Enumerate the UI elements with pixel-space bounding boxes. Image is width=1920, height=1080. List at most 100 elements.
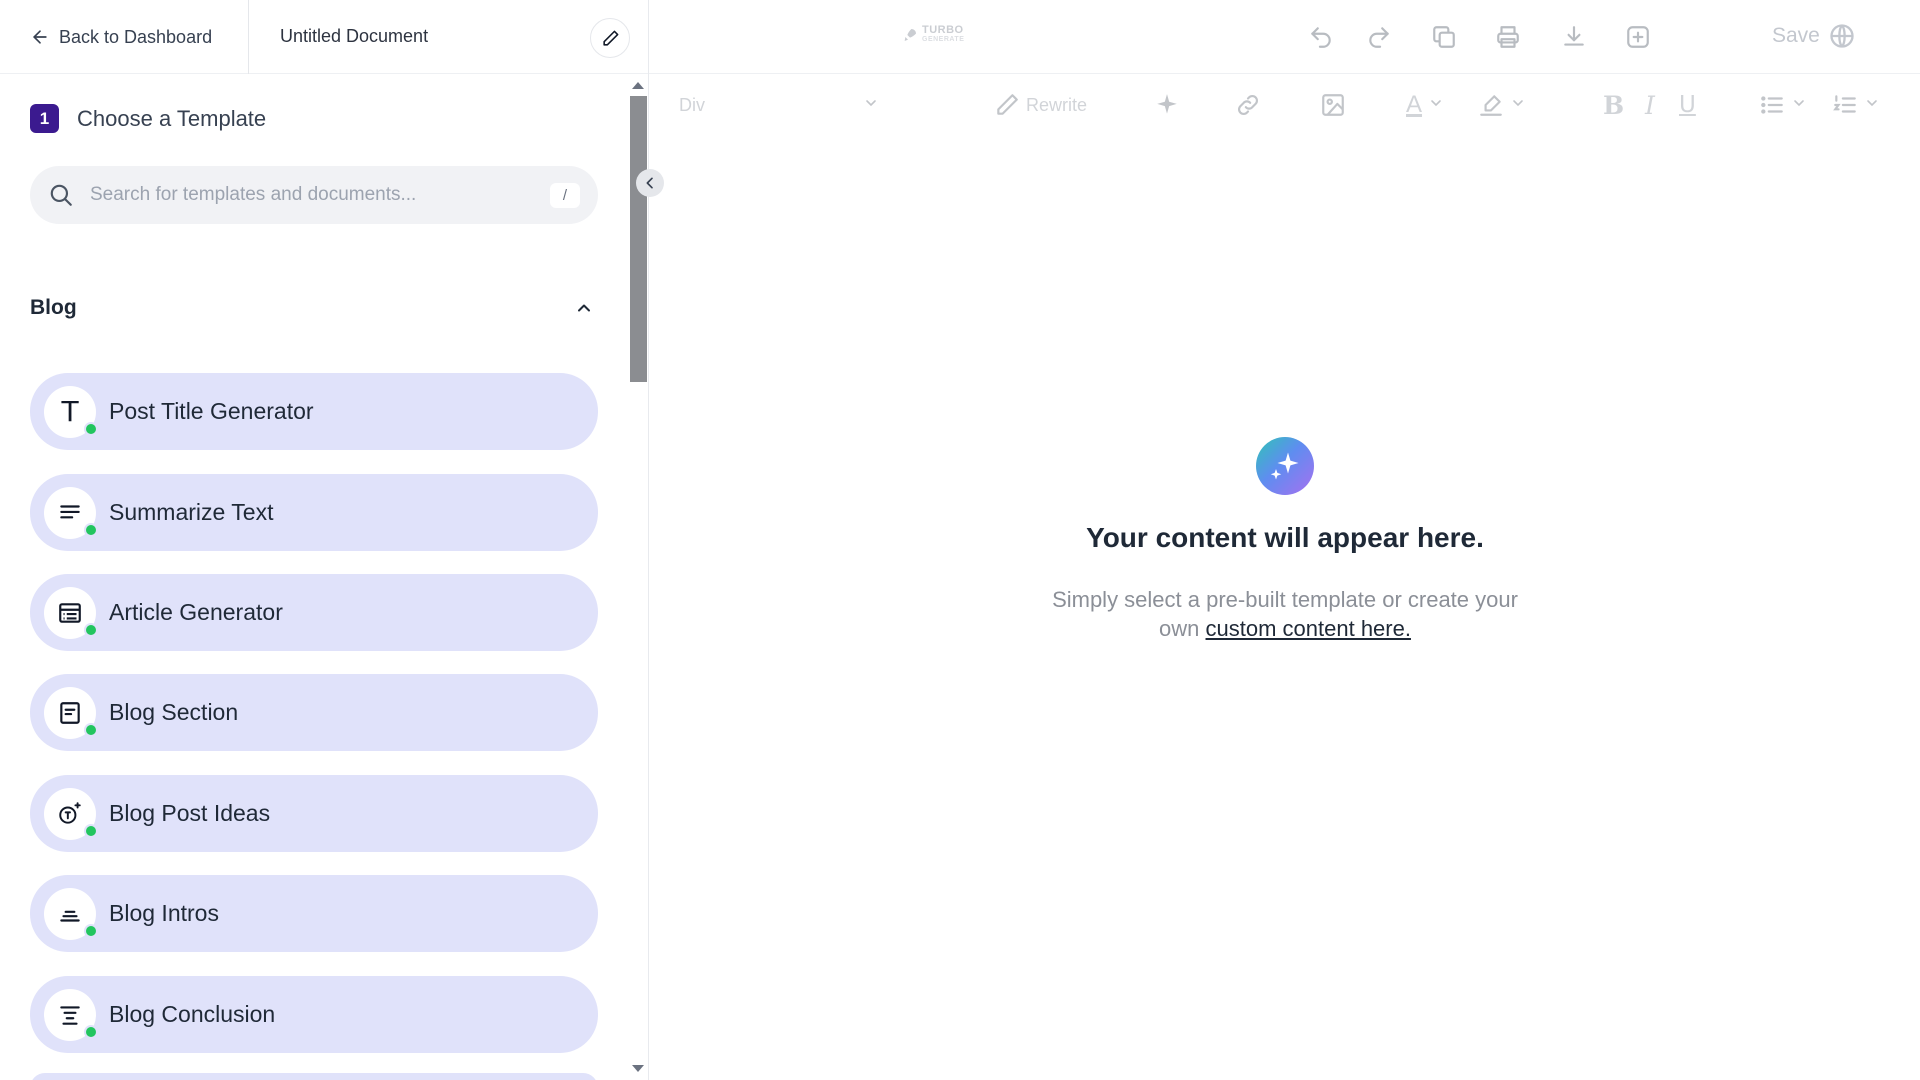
chevron-down-icon xyxy=(1513,99,1523,106)
ai-sparkle-badge xyxy=(1256,437,1314,495)
intro-lines-icon xyxy=(60,910,80,922)
status-dot xyxy=(84,923,98,938)
template-label: Summarize Text xyxy=(109,499,274,525)
template-icon-wrap xyxy=(44,787,98,840)
pencil-icon xyxy=(602,30,618,46)
document-section-icon xyxy=(60,701,80,724)
empty-state-description: Simply select a pre-built template or cr… xyxy=(1040,585,1530,643)
template-icon-wrap: T xyxy=(44,385,98,438)
redo-button[interactable] xyxy=(1364,22,1394,52)
template-label: Blog Intros xyxy=(109,900,219,926)
status-dot xyxy=(84,522,98,537)
step-number-badge: 1 xyxy=(30,104,59,133)
document-title[interactable]: Untitled Document xyxy=(280,26,428,47)
status-dot xyxy=(84,1024,98,1039)
left-panel-border xyxy=(648,0,649,1080)
copy-icon xyxy=(1433,26,1455,48)
step-header: 1 Choose a Template xyxy=(30,104,266,133)
image-icon xyxy=(1322,94,1344,116)
link-button[interactable] xyxy=(1235,90,1261,120)
link-icon xyxy=(1238,95,1258,115)
new-document-button[interactable] xyxy=(1623,22,1653,52)
align-lines-icon xyxy=(60,504,80,518)
rewrite-label: Rewrite xyxy=(1026,94,1088,115)
chevron-down-icon xyxy=(1867,99,1877,106)
numbered-list-icon xyxy=(1833,95,1856,113)
chevron-down-icon xyxy=(1794,99,1804,106)
bullet-list-button[interactable] xyxy=(1759,90,1807,120)
brand-line-1: TURBO xyxy=(922,24,964,36)
custom-content-link[interactable]: custom content here. xyxy=(1206,616,1411,641)
empty-state-title: Your content will appear here. xyxy=(1086,522,1484,553)
blog-section-toggle[interactable]: Blog xyxy=(30,292,598,324)
sidebar-scrollbar[interactable] xyxy=(628,80,648,1080)
sparkle-idea-icon xyxy=(59,801,81,824)
template-label: Blog Conclusion xyxy=(109,1001,276,1027)
download-button[interactable] xyxy=(1559,22,1589,52)
collapse-sidebar-button[interactable] xyxy=(636,169,664,197)
print-button[interactable] xyxy=(1493,22,1523,52)
chevron-left-icon xyxy=(646,177,653,189)
highlighter-icon xyxy=(1480,95,1502,116)
italic-button[interactable]: I xyxy=(1645,90,1655,120)
undo-button[interactable] xyxy=(1306,22,1336,52)
template-article-generator[interactable]: Article Generator xyxy=(30,574,598,651)
template-blog-conclusion[interactable]: Blog Conclusion xyxy=(30,976,598,1053)
copy-button[interactable] xyxy=(1429,22,1459,52)
globe-icon xyxy=(1830,24,1854,48)
template-icon-wrap xyxy=(44,988,98,1041)
underline-button[interactable]: U xyxy=(1679,90,1696,120)
template-label: Post Title Generator xyxy=(109,398,314,424)
template-blog-section[interactable]: Blog Section xyxy=(30,674,598,751)
rocket-icon xyxy=(904,29,916,41)
template-next-partial[interactable] xyxy=(30,1073,598,1080)
layout-icon xyxy=(59,602,81,623)
status-dot xyxy=(84,722,98,737)
template-summarize-text[interactable]: Summarize Text xyxy=(30,474,598,551)
scroll-thumb[interactable] xyxy=(630,96,647,382)
numbered-list-button[interactable] xyxy=(1832,90,1880,120)
status-dot xyxy=(84,622,98,637)
ai-sparkle-button[interactable] xyxy=(1154,90,1180,120)
filter-lines-icon xyxy=(60,1005,80,1025)
arrow-left-icon xyxy=(33,30,47,44)
edit-title-button[interactable] xyxy=(590,18,630,58)
status-dot xyxy=(84,421,98,436)
block-type-value: Div xyxy=(679,94,705,115)
search-shortcut-key: / xyxy=(550,183,580,208)
block-type-select[interactable]: Div xyxy=(679,90,879,120)
template-blog-post-ideas[interactable]: Blog Post Ideas xyxy=(30,775,598,852)
chevron-up-icon xyxy=(578,304,590,312)
template-label: Article Generator xyxy=(109,599,283,625)
template-icon-wrap xyxy=(44,686,98,739)
template-icon-wrap xyxy=(44,586,98,639)
highlight-button[interactable] xyxy=(1478,90,1526,120)
undo-icon xyxy=(1311,27,1331,48)
status-dot xyxy=(84,823,98,838)
rewrite-button[interactable]: Rewrite xyxy=(994,90,1087,120)
image-button[interactable] xyxy=(1320,90,1346,120)
sparkle-icon xyxy=(1157,94,1177,114)
save-label: Save xyxy=(1772,24,1820,47)
scroll-up-arrow-icon[interactable] xyxy=(632,82,644,89)
text-color-icon: A xyxy=(1406,91,1423,118)
template-search-box[interactable]: / xyxy=(30,166,598,224)
bold-button[interactable]: B xyxy=(1603,90,1624,120)
section-title-blog: Blog xyxy=(30,296,77,319)
template-blog-intros[interactable]: Blog Intros xyxy=(30,875,598,952)
chevron-down-icon xyxy=(866,99,876,106)
save-button[interactable]: Save xyxy=(1772,22,1856,50)
scroll-down-arrow-icon[interactable] xyxy=(632,1065,644,1072)
top-bar: Back to Dashboard Untitled Document TURB… xyxy=(0,0,1920,74)
back-to-dashboard-label: Back to Dashboard xyxy=(59,26,213,47)
header-divider xyxy=(248,0,249,74)
search-icon xyxy=(50,184,72,206)
template-search-input[interactable] xyxy=(90,184,530,206)
text-color-button[interactable]: A xyxy=(1406,90,1444,120)
template-label: Blog Post Ideas xyxy=(109,800,271,826)
text-t-icon: T xyxy=(61,395,79,428)
template-post-title-generator[interactable]: T Post Title Generator xyxy=(30,373,598,450)
brand-line-2: GENERATE xyxy=(922,36,965,43)
step-title: Choose a Template xyxy=(77,105,267,131)
back-to-dashboard-button[interactable]: Back to Dashboard xyxy=(30,22,212,52)
